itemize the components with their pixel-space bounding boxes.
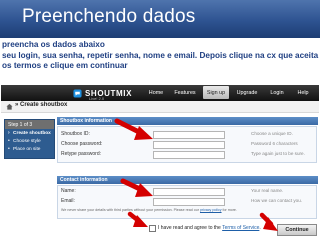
instruction-line: preencha os dados abaixo (2, 40, 105, 49)
retype-password-hint: Type again just to be sure. (251, 151, 305, 156)
breadcrumb-separator: » (15, 102, 19, 108)
email-input[interactable] (153, 198, 225, 206)
nav-login[interactable]: Login (267, 86, 287, 99)
nav-upgrade[interactable]: Upgrade (233, 86, 261, 99)
red-arrow-icon (127, 211, 148, 227)
continue-button[interactable]: Continue (277, 224, 317, 236)
shoutbox-id-label: Shoutbox ID: (61, 131, 90, 137)
shoutmix-logo[interactable]: SHOUTMIX (73, 86, 139, 100)
red-arrow-icon (120, 178, 153, 197)
breadcrumb-current: Create shoutbox (20, 102, 68, 108)
retype-password-input[interactable] (153, 151, 225, 159)
privacy-text-end: for more. (222, 208, 237, 212)
email-label: Email: (61, 198, 75, 204)
step-label: Choose style (13, 138, 41, 144)
shoutbox-info-header: Shoutbox information (57, 117, 318, 125)
step-label: Create shoutbox (13, 130, 51, 136)
instruction-line: os termos e clique em continuar (2, 61, 128, 71)
terms-of-service-link[interactable]: Terms of Service (222, 225, 259, 231)
signup-screenshot: SHOUTMIX Live! 2.0 Home Features Sign up… (1, 85, 319, 240)
nav-home[interactable]: Home (145, 86, 167, 99)
steps-sidebar: Step 1 of 3 › Create shoutbox • Choose s… (4, 119, 55, 159)
step-label: Place on site (13, 146, 41, 152)
privacy-policy-link[interactable]: privacy policy (200, 208, 222, 212)
terms-text: I have read and agree to the (158, 225, 221, 231)
password-input[interactable] (153, 141, 225, 149)
red-arrow-icon (114, 118, 153, 140)
step-counter: Step 1 of 3 (5, 120, 54, 129)
instruction-line: seu login, sua senha, repetir senha, nom… (2, 50, 319, 60)
password-label: Choose password: (61, 141, 103, 147)
nav-help[interactable]: Help (293, 86, 313, 99)
password-hint: Password 6 characters (251, 141, 298, 146)
contact-info-header: Contact information (57, 176, 318, 184)
nav-signup[interactable]: Sign up (203, 86, 229, 99)
shoutbox-id-hint: Choose a unique ID. (251, 131, 293, 136)
step-place-on-site: • Place on site (5, 145, 54, 153)
shoutbox-id-input[interactable] (153, 131, 225, 139)
retype-password-label: Retype password: (61, 151, 102, 157)
shoutmix-logo-icon (73, 88, 82, 98)
name-hint: Your real name. (251, 188, 284, 193)
terms-agreement: I have read and agree to the Terms of Se… (158, 225, 261, 231)
name-label: Name: (61, 188, 76, 194)
red-arrow-icon (259, 212, 278, 231)
step-choose-style: • Choose style (5, 137, 54, 145)
terms-checkbox[interactable] (149, 225, 156, 232)
instructions: preencha os dados abaixo seu login, sua … (2, 40, 318, 72)
name-input[interactable] (153, 188, 225, 196)
home-icon[interactable] (6, 103, 13, 110)
breadcrumb-text: » Create shoutbox (15, 102, 67, 108)
slide-title: Preenchendo dados (22, 6, 196, 27)
email-hint: How we can contact you. (251, 198, 303, 203)
nav-features[interactable]: Features (171, 86, 199, 99)
step-create-shoutbox: › Create shoutbox (5, 129, 54, 137)
